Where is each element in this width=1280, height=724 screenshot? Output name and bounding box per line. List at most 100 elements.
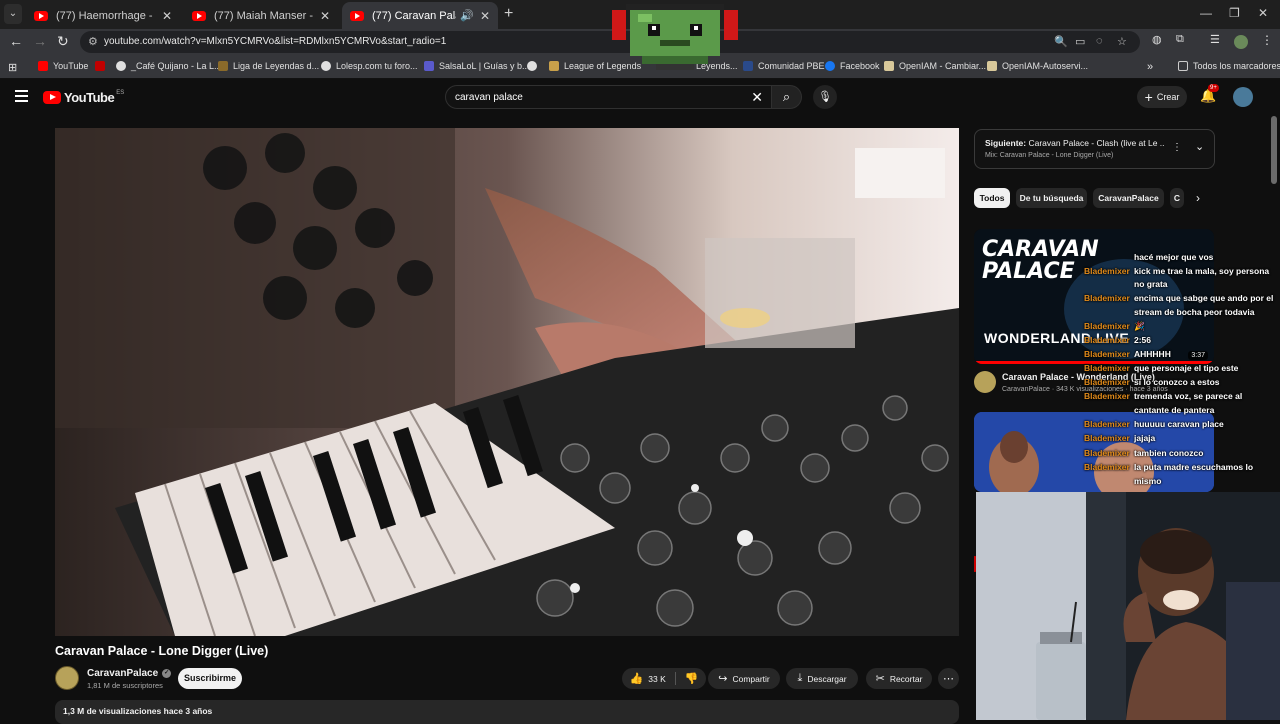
close-tab-icon[interactable]: ✕ [320,9,330,23]
eye-off-icon[interactable]: ◌ [1096,35,1103,47]
description-box[interactable]: 1,3 M de visualizaciones hace 3 años [55,700,959,724]
create-button[interactable]: + Crear [1137,86,1187,108]
bookmark-star-icon[interactable]: ☆ [1117,35,1127,48]
new-tab-button[interactable]: + [504,5,513,23]
notifications-bell-icon[interactable]: 🔔 9+ [1200,84,1219,104]
clear-search-icon[interactable]: ✕ [751,89,763,106]
bookmark-item[interactable]: SalsaLoL | Guías y b... [424,61,530,71]
chat-text: jajaja [1134,433,1156,443]
video-player[interactable] [55,128,959,636]
zoom-icon[interactable]: 🔍 [1054,35,1068,48]
subscribe-button[interactable]: Suscribirme [178,668,242,689]
bookmark-item[interactable]: _Café Quijano - La L... [116,61,222,71]
browser-menu-icon[interactable]: ⋮ [1261,33,1273,47]
bookmark-item[interactable]: OpenIAM - Cambiar... [884,61,986,71]
back-arrow-icon[interactable]: ← [9,33,23,49]
bookmark-item[interactable]: OpenIAM-Autoservi... [987,61,1088,71]
like-count[interactable]: 33 K [648,674,666,684]
clip-button[interactable]: ✂ Recortar [866,668,932,689]
scissors-icon: ✂ [875,673,885,685]
lol-icon [218,61,228,71]
chat-text: kick me trae la mala, soy persona [1134,266,1270,276]
bookmark-label: YouTube [53,61,89,71]
salsalol-icon [424,61,434,71]
reading-list-icon[interactable]: ☰ [1210,33,1220,46]
account-avatar[interactable] [1233,87,1253,107]
tab-search-button[interactable]: ⌄ [4,4,22,24]
address-bar[interactable]: ⚙ youtube.com/watch?v=Mlxn5YCMRVo&list=R… [80,31,1140,53]
minimize-icon[interactable]: — [1200,6,1212,20]
lol-icon [549,61,559,71]
profile-avatar[interactable] [1234,35,1248,49]
chevron-right-icon[interactable]: › [1196,191,1200,205]
reload-icon[interactable]: ↻ [57,33,69,50]
apps-grid-icon[interactable]: ⊞ [8,61,17,74]
dislike-icon[interactable]: 👎 [685,672,699,685]
chip-de-tu-busqueda[interactable]: De tu búsqueda [1016,188,1087,208]
next-title: Caravan Palace - Clash (live at Le ... [1028,138,1165,148]
search-query[interactable]: caravan palace [455,92,523,103]
bookmark-label: Liga de Leyendas d... [233,61,320,71]
close-tab-icon[interactable]: ✕ [480,9,490,23]
bookmark-item[interactable] [527,61,542,71]
facebook-icon [825,61,835,71]
cast-icon[interactable]: ▭ [1075,35,1085,48]
chat-text: encima que sabge que ando por el [1134,293,1274,303]
bookmark-item[interactable]: YouTube [38,61,88,71]
divider [674,672,676,685]
close-window-icon[interactable]: ✕ [1258,6,1268,20]
download-button[interactable]: ⤓ Descargar [786,668,858,689]
youtube-favicon-icon [34,10,48,21]
chevron-down-icon[interactable]: ⌄ [1195,140,1204,153]
channel-name-text[interactable]: CaravanPalace [87,668,158,679]
voice-search-button[interactable]: 🎙 [813,85,837,109]
all-bookmarks[interactable]: Todos los marcadores [1178,61,1280,71]
page-scrollbar[interactable] [1271,116,1277,184]
bookmark-item[interactable]: Facebook [825,61,880,71]
channel-name[interactable]: CaravanPalace ✓ [87,668,172,679]
extension-icon[interactable]: ◍ [1152,33,1162,46]
chip-caravanpalace[interactable]: CaravanPalace [1093,188,1164,208]
chat-text: 🎉 [1134,321,1145,331]
chip-todos[interactable]: Todos [974,188,1010,208]
create-label: Crear [1156,92,1180,102]
bookmark-item[interactable]: Comunidad PBE [743,61,825,71]
download-label: Descargar [807,673,847,684]
browser-tab-active[interactable]: (77) Caravan Palace - Lone 🔊 ✕ [342,2,498,29]
playlist-next-card[interactable]: Siguiente: Caravan Palace - Clash (live … [974,129,1215,169]
chat-text: AHHHHH [1134,349,1171,359]
url-text[interactable]: youtube.com/watch?v=Mlxn5YCMRVo&list=RDM… [104,36,446,47]
youtube-header: YouTube ES caravan palace ✕ ⌕ 🎙 + Crear 🔔… [0,80,1280,116]
restore-icon[interactable]: ❐ [1229,6,1240,20]
browser-tab[interactable]: (77) Maiah Manser - With a Sm ✕ [184,2,338,29]
audio-playing-icon[interactable]: 🔊 [460,9,474,22]
chip-more[interactable]: C [1170,188,1184,208]
bookmark-item[interactable]: Liga de Leyendas d... [218,61,319,71]
forward-arrow-icon[interactable]: → [33,33,47,49]
pixel-avatar-overlay [612,4,738,70]
mic-icon: 🎙 [818,91,832,103]
more-bookmarks-icon[interactable]: » [1147,61,1153,73]
site-info-icon[interactable]: ⚙ [88,35,98,48]
video-title: Caravan Palace - Lone Digger (Live) [55,644,269,658]
folder-icon [1178,61,1188,71]
browser-tab[interactable]: (77) Haemorrhage - Flesh-devo ✕ [26,2,180,29]
like-icon[interactable]: 👍 [630,672,644,685]
channel-avatar[interactable] [55,666,79,690]
search-input[interactable]: caravan palace ✕ [445,85,772,109]
close-tab-icon[interactable]: ✕ [162,9,172,23]
rec-channel-avatar[interactable] [974,371,996,393]
bookmark-item[interactable]: Lolesp.com tu foro... [321,61,418,71]
search-icon: ⌕ [782,89,791,104]
youtube-logo[interactable]: YouTube ES [43,90,124,105]
more-vertical-icon[interactable]: ⋮ [1172,142,1182,153]
bookmark-item[interactable] [95,61,110,71]
country-code: ES [116,89,125,96]
extensions-puzzle-icon[interactable]: ⧉ [1176,33,1184,46]
chat-text: 2:56 [1134,335,1152,345]
menu-icon[interactable] [15,90,28,102]
share-button[interactable]: ↪ Compartir [708,668,780,689]
more-actions-button[interactable]: ⋯ [938,668,959,689]
bookmark-label: _Café Quijano - La L... [131,61,222,71]
search-button[interactable]: ⌕ [772,85,802,109]
